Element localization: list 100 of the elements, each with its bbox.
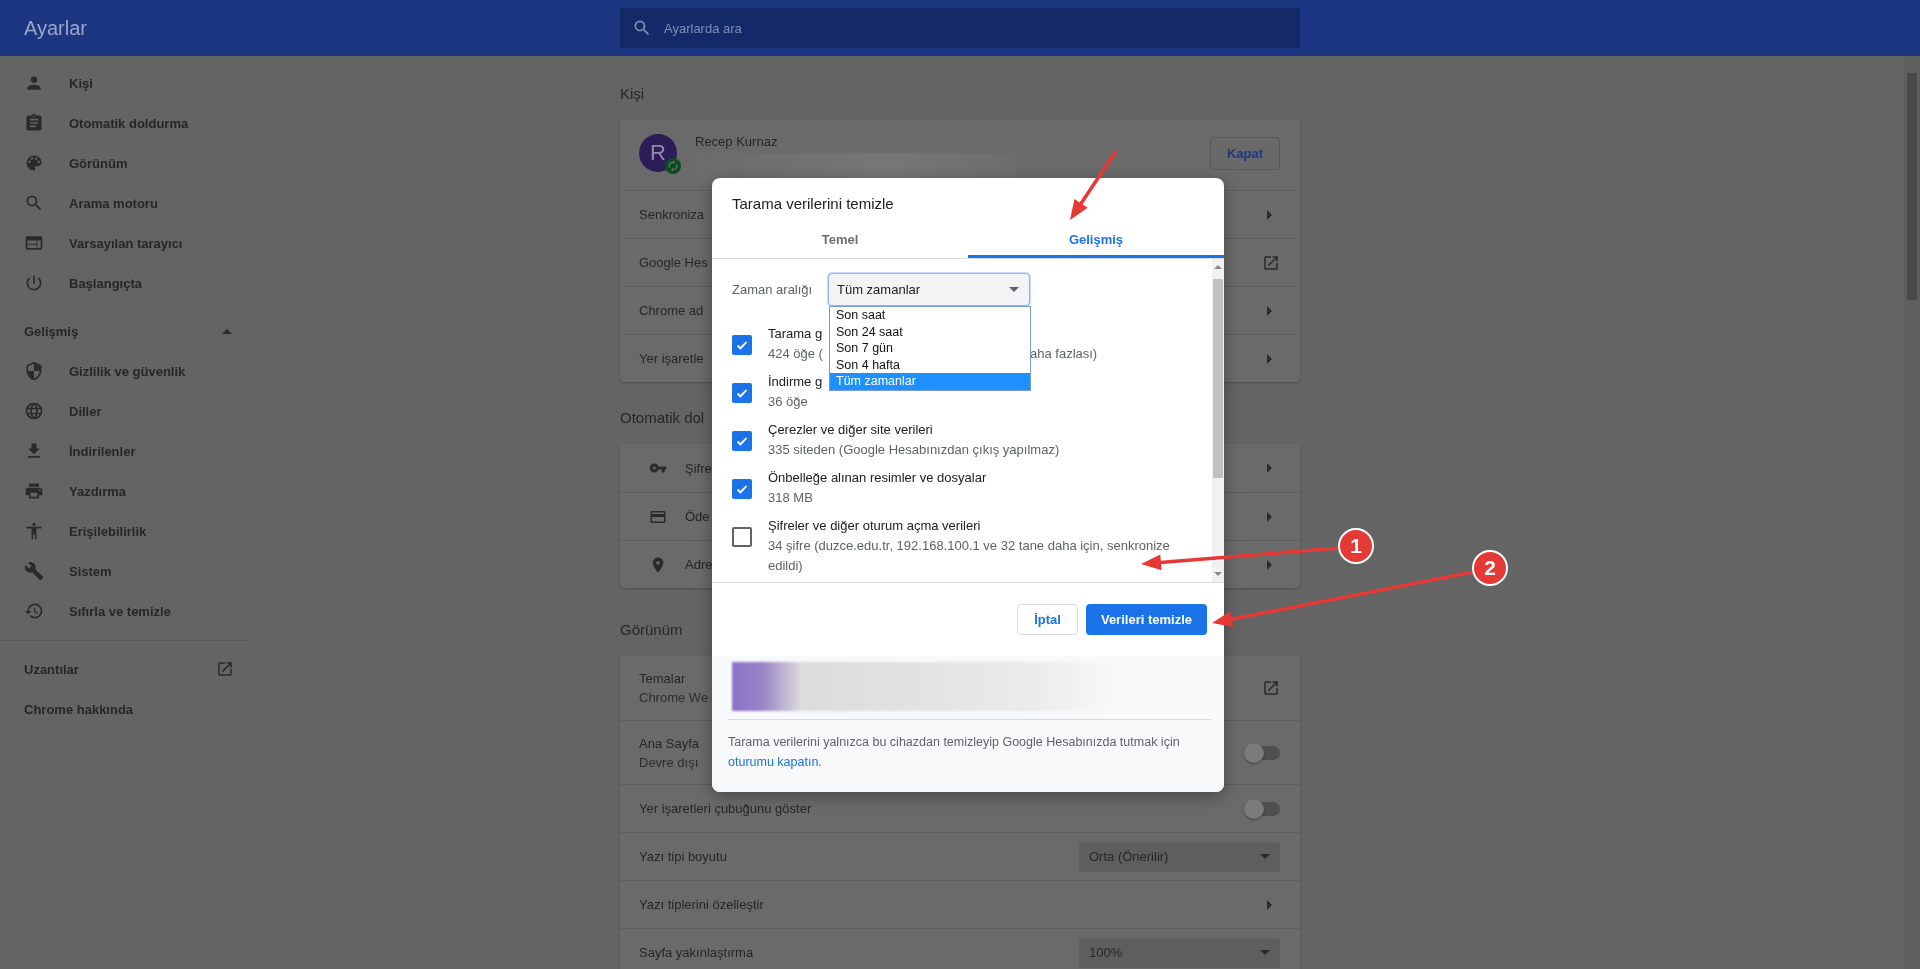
history-icon <box>24 601 44 621</box>
dropdown-option[interactable]: Tüm zamanlar <box>830 373 1030 390</box>
section-title: Kişi <box>620 84 645 104</box>
sidebar-item[interactable]: Diller <box>0 391 250 431</box>
sidebar-item[interactable]: Başlangıçta <box>0 263 250 303</box>
printer-icon <box>24 481 44 501</box>
setting-label: Ana Sayfa <box>639 735 699 751</box>
cancel-button[interactable]: İptal <box>1017 604 1078 635</box>
setting-label: Senkroniza <box>639 207 705 222</box>
setting-label: Google Hes <box>639 255 708 270</box>
chevron-right-icon[interactable] <box>1267 353 1272 364</box>
dropdown-option[interactable]: Son 7 gün <box>830 340 1030 357</box>
sign-out-button[interactable]: Kapat <box>1209 137 1280 170</box>
sidebar-item[interactable]: Erişilebilirlik <box>0 511 250 551</box>
footer-note: Tarama verilerini yalnızca bu cihazdan temizleyip Google Hesabınızda tutmak için oturumu kapatın. <box>728 734 1181 771</box>
clipboard-icon <box>24 113 44 133</box>
tab[interactable]: Temel <box>712 224 968 258</box>
toggle-switch[interactable] <box>1246 745 1280 760</box>
sidebar-item[interactable]: Varsayılan tarayıcı <box>0 223 250 263</box>
sidebar-link[interactable]: Uzantılar <box>0 649 250 689</box>
profile-name: Recep Kurnaz <box>695 134 779 149</box>
setting-label: Yazı tipi boyutu <box>639 849 727 864</box>
search-field[interactable]: Ayarlarda ara <box>620 8 1300 48</box>
option-title: Çerezler ve diğer site verileri <box>768 421 933 439</box>
checkbox[interactable] <box>732 479 752 499</box>
toggle-switch[interactable] <box>1246 801 1280 816</box>
dropdown[interactable]: Orta (Önerilir) <box>1079 841 1280 872</box>
dialog-title: Tarama verilerini temizle <box>732 194 894 214</box>
chevron-right-icon[interactable] <box>1267 305 1272 316</box>
tab[interactable]: Gelişmiş <box>968 224 1224 258</box>
option-title: Tarama g <box>768 325 823 343</box>
dropdown-option[interactable]: Son saat <box>830 307 1030 324</box>
chevron-right-icon[interactable] <box>1267 209 1272 220</box>
checkbox[interactable] <box>732 431 752 451</box>
scroll-up-icon[interactable] <box>1214 265 1222 269</box>
setting-label: Chrome ad <box>639 303 704 318</box>
external-link-icon <box>216 660 234 678</box>
sidebar-item[interactable]: Sistem <box>0 551 250 591</box>
setting-label: Sayfa yakınlaştırma <box>639 945 754 960</box>
time-range-dropdown[interactable]: Tüm zamanlar <box>828 273 1030 306</box>
setting-label: Şifre <box>685 460 712 476</box>
sidebar-section-toggle[interactable]: Gelişmiş <box>0 311 250 351</box>
setting-description: Devre dışı <box>639 754 699 770</box>
setting-description: Chrome We <box>639 690 709 705</box>
palette-icon <box>24 153 44 173</box>
sidebar-item[interactable]: Otomatik doldurma <box>0 103 250 143</box>
chevron-right-icon[interactable] <box>1267 899 1272 910</box>
dropdown-option[interactable]: Son 24 saat <box>830 323 1030 340</box>
external-link-icon[interactable] <box>1262 253 1280 272</box>
chevron-right-icon[interactable] <box>1267 559 1272 570</box>
sidebar-item[interactable]: Kişi <box>0 63 250 103</box>
option-description: 36 öğe <box>768 393 808 411</box>
step-number-badge: 2 <box>1472 550 1508 586</box>
option-description: 318 MB <box>768 489 813 507</box>
sidebar-item[interactable]: Gizlilik ve güvenlik <box>0 351 250 391</box>
sidebar-item[interactable]: Arama motoru <box>0 183 250 223</box>
dropdown[interactable]: 100% <box>1079 937 1280 968</box>
chevron-right-icon[interactable] <box>1267 463 1272 473</box>
app-title: Ayarlar <box>23 16 88 40</box>
option-title: Şifreler ve diğer oturum açma verileri <box>768 517 981 535</box>
sidebar-link[interactable]: Chrome hakkında <box>0 689 250 729</box>
sidebar-item[interactable]: Görünüm <box>0 143 250 183</box>
setting-label: Yer işaretleri çubuğunu göster <box>639 801 812 816</box>
annotation-arrow <box>1070 150 1118 220</box>
chevron-right-icon[interactable] <box>1267 511 1272 522</box>
scroll-down-icon[interactable] <box>1214 572 1222 576</box>
search-icon <box>24 193 44 213</box>
sidebar-item[interactable]: İndirilenler <box>0 431 250 471</box>
caret-icon <box>222 328 232 334</box>
caret-icon <box>1260 950 1270 955</box>
clear-data-button[interactable]: Verileri temizle <box>1085 604 1207 635</box>
checkbox[interactable] <box>732 527 752 547</box>
option-description: 424 öğe ( <box>768 345 823 363</box>
caret-icon <box>1260 854 1270 859</box>
setting-label: Yazı tiplerini özelleştir <box>639 897 764 912</box>
section-title: Görünüm <box>620 620 683 640</box>
page-scrollbar[interactable] <box>1904 56 1920 969</box>
checkbox[interactable] <box>732 383 752 403</box>
caret-icon <box>1009 287 1019 292</box>
section-title: Otomatik dol <box>620 408 705 428</box>
external-link-icon[interactable] <box>1262 679 1280 697</box>
dropdown-option[interactable]: Son 4 hafta <box>830 356 1030 373</box>
setting-label: Adre <box>685 557 713 572</box>
shield-icon <box>24 361 44 381</box>
globe-icon <box>24 401 44 421</box>
option-description: 34 şifre (duzce.edu.tr, 192.168.100.1 ve 32 tane daha için, senkronize edildi) <box>768 537 1171 575</box>
scrollbar[interactable] <box>1212 259 1224 582</box>
checkbox[interactable] <box>732 335 752 355</box>
option-title: Önbelleğe alınan resimler ve dosyalar <box>768 469 987 487</box>
sidebar-item[interactable]: Sıfırla ve temizle <box>0 591 250 631</box>
sidebar-item[interactable]: Yazdırma <box>0 471 250 511</box>
search-icon <box>632 18 652 38</box>
setting-label: Yer işaretle <box>639 351 704 366</box>
field-label: Zaman aralığı <box>732 282 814 297</box>
browser-window-icon <box>24 233 44 253</box>
option-description: 335 siteden (Google Hesabınızdan çıkış yapılmaz) <box>768 441 1060 459</box>
setting-label: Temalar <box>639 671 686 686</box>
step-number-badge: 1 <box>1338 528 1374 564</box>
wrench-icon <box>24 561 44 581</box>
option-description: aha fazlası) <box>1030 345 1098 363</box>
